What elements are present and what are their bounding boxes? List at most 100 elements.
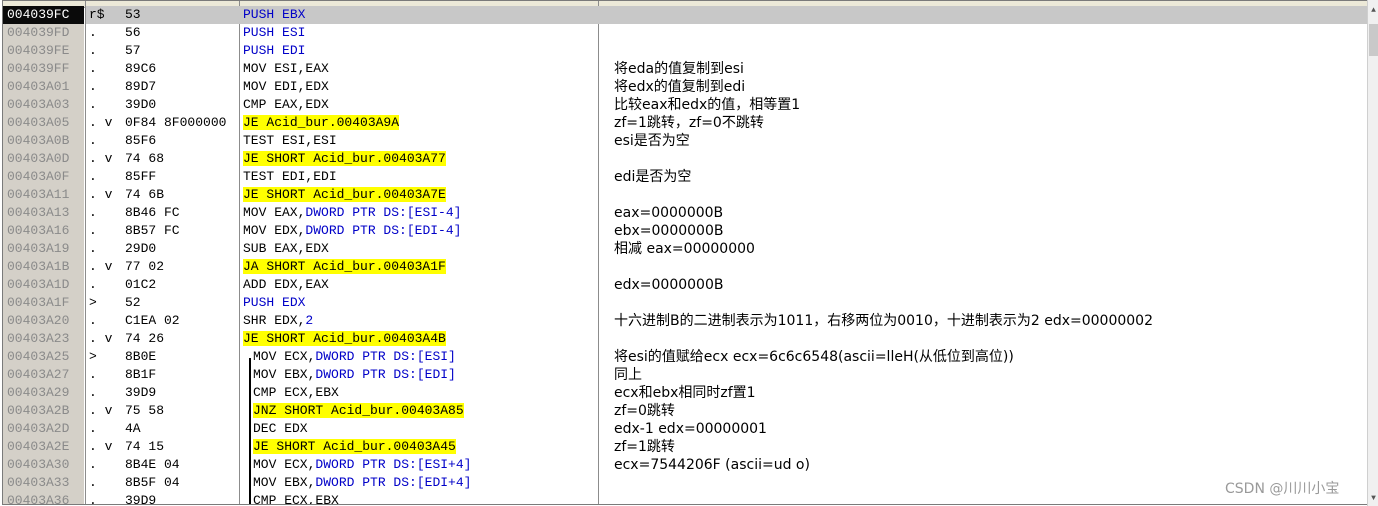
instruction-row[interactable]: 00403A03. 39D0 CMP EAX,EDX 比较eax和edx的值，相等置1 bbox=[3, 96, 1367, 114]
instruction-text: DWORD PTR DS:[ESI-4] bbox=[305, 205, 462, 220]
instruction-row[interactable]: 00403A2D. 4A DEC EDX edx-1 edx=00000001 bbox=[3, 420, 1367, 438]
jump-mnemonic: JE bbox=[253, 439, 269, 454]
address-cell: 00403A03 bbox=[3, 96, 84, 114]
instruction-row[interactable]: 00403A0D . v 74 68 JE SHORT Acid_bur.00403A… bbox=[3, 150, 1367, 168]
flow-marker: . bbox=[89, 475, 97, 490]
comment-cell: zf=1跳转 bbox=[614, 439, 675, 455]
instruction-text: ESI bbox=[274, 25, 306, 40]
disassembly-cell: PUSH EDI bbox=[243, 42, 305, 60]
comment-cell: edx-1 edx=00000001 bbox=[614, 421, 767, 437]
instruction-row[interactable]: 00403A30. 8B4E 04 MOV ECX,DWORD PTR DS:[ES… bbox=[3, 456, 1367, 474]
jump-mnemonic: JNZ bbox=[253, 403, 277, 418]
instruction-row[interactable]: 004039FF. 89C6 MOV ESI,EAX 将eda的值复制到esi bbox=[3, 60, 1367, 78]
instruction-row[interactable]: 00403A2E . v 74 15 JE SHORT Acid_bur.00403A… bbox=[3, 438, 1367, 456]
address-cell: 00403A01 bbox=[3, 78, 84, 96]
flow-marker: . bbox=[89, 61, 97, 76]
instruction-text: CMP ECX,EBX bbox=[253, 493, 339, 505]
address-cell: 00403A36 bbox=[3, 492, 84, 504]
comment-cell: 相减 eax=00000000 bbox=[614, 241, 755, 257]
instruction-row[interactable]: 00403A2B . v 75 58 JNZ SHORT Acid_bur.00403… bbox=[3, 402, 1367, 420]
hex-dump-cell: 74 6B bbox=[125, 187, 165, 202]
flow-marker: . bbox=[89, 241, 97, 256]
address-cell: 00403A19 bbox=[3, 240, 84, 258]
disassembly-pane[interactable]: 004039FC r$ 53 PUSH EBX 004039FD. 56 PUSH ESI 0… bbox=[2, 0, 1368, 505]
flow-marker: . bbox=[89, 133, 97, 148]
hex-dump-cell: 85F6 bbox=[125, 133, 157, 148]
address-cell: 00403A23 bbox=[3, 330, 84, 348]
comment-cell: ebx=0000000B bbox=[614, 223, 724, 239]
instruction-row[interactable]: 00403A33. 8B5F 04 MOV EBX,DWORD PTR DS:[ED… bbox=[3, 474, 1367, 492]
comment-cell: 同上 bbox=[614, 367, 642, 383]
address-cell: 00403A20 bbox=[3, 312, 84, 330]
instruction-text: PUSH bbox=[243, 295, 275, 310]
instruction-row[interactable]: 00403A05 . v 0F84 8F000000 JE Acid_bur.0040… bbox=[3, 114, 1367, 132]
instruction-row[interactable]: 00403A16. 8B57 FC MOV EDX,DWORD PTR DS:[ED… bbox=[3, 222, 1367, 240]
address-cell: 00403A29 bbox=[3, 384, 84, 402]
instruction-row[interactable]: 00403A0B. 85F6 TEST ESI,ESI esi是否为空 bbox=[3, 132, 1367, 150]
flow-marker: r$ bbox=[89, 7, 105, 22]
watermark: CSDN @川川小宝 bbox=[1225, 481, 1340, 497]
address-cell: 00403A0F bbox=[3, 168, 84, 186]
hex-dump-cell: 8B0E bbox=[125, 349, 157, 364]
instruction-row[interactable]: 004039FE. 57 PUSH EDI bbox=[3, 42, 1367, 60]
comment-cell: 比较eax和edx的值，相等置1 bbox=[614, 97, 801, 113]
disassembly-cell: CMP ECX,EBX bbox=[253, 492, 339, 505]
instruction-row[interactable]: 00403A1F >52 PUSH EDX bbox=[3, 294, 1367, 312]
scroll-down-arrow-icon[interactable]: ▼ bbox=[1368, 492, 1378, 506]
instruction-row[interactable]: 004039FD. 56 PUSH ESI bbox=[3, 24, 1367, 42]
flow-marker: . bbox=[89, 277, 97, 292]
instruction-text: DWORD PTR DS:[EDI] bbox=[315, 367, 456, 382]
instruction-row[interactable]: 004039FC r$ 53 PUSH EBX bbox=[3, 6, 1367, 24]
instruction-text: CMP ECX,EBX bbox=[253, 385, 339, 400]
flow-marker: . bbox=[89, 223, 97, 238]
hex-dump-cell: 77 02 bbox=[125, 259, 165, 274]
flow-marker: . v bbox=[89, 259, 113, 274]
hex-dump-cell: 89D7 bbox=[125, 79, 157, 94]
vertical-scrollbar[interactable]: ▲ ▼ bbox=[1367, 0, 1378, 506]
instruction-row[interactable]: 00403A11 . v 74 6B JE SHORT Acid_bur.00403A… bbox=[3, 186, 1367, 204]
flow-marker: . bbox=[89, 43, 97, 58]
instruction-row[interactable]: 00403A1B . v 77 02 JA SHORT Acid_bur.00403A… bbox=[3, 258, 1367, 276]
flow-marker: . bbox=[89, 79, 97, 94]
address-cell: 00403A05 bbox=[3, 114, 84, 132]
instruction-row[interactable]: 00403A25 >8B0E MOV ECX,DWORD PTR DS:[ESI] 将… bbox=[3, 348, 1367, 366]
instruction-text: TEST EDI,EDI bbox=[243, 169, 337, 184]
instruction-row[interactable]: 00403A19. 29D0 SUB EAX,EDX 相减 eax=00000000 bbox=[3, 240, 1367, 258]
instruction-text: DEC EDX bbox=[253, 421, 308, 436]
instruction-row[interactable]: 00403A13. 8B46 FC MOV EAX,DWORD PTR DS:[ES… bbox=[3, 204, 1367, 222]
instruction-text: PUSH bbox=[243, 7, 275, 22]
disassembly-cell: DEC EDX bbox=[253, 420, 308, 438]
scroll-up-arrow-icon[interactable]: ▲ bbox=[1368, 0, 1378, 22]
disassembly-cell: SHR EDX,2 bbox=[243, 312, 313, 330]
instruction-text: MOV ECX, bbox=[253, 349, 316, 364]
address-cell: 00403A16 bbox=[3, 222, 84, 240]
disassembly-cell: PUSH ESI bbox=[243, 24, 305, 42]
instruction-row[interactable]: 00403A36. 39D9 CMP ECX,EBX bbox=[3, 492, 1367, 505]
instruction-text: SHORT Acid_bur.00403A7E bbox=[258, 187, 446, 202]
instruction-text: PUSH bbox=[243, 43, 275, 58]
flow-marker: . bbox=[89, 421, 97, 436]
disassembly-cell: MOV EDI,EDX bbox=[243, 78, 329, 96]
address-cell: 00403A13 bbox=[3, 204, 84, 222]
flow-marker: . v bbox=[89, 403, 113, 418]
instruction-text: MOV EBX, bbox=[253, 475, 316, 490]
hex-dump-cell: 56 bbox=[125, 25, 141, 40]
instruction-row[interactable]: 00403A27. 8B1F MOV EBX,DWORD PTR DS:[EDI] 同… bbox=[3, 366, 1367, 384]
hex-dump-cell: 39D9 bbox=[125, 385, 157, 400]
hex-dump-cell: 75 58 bbox=[125, 403, 165, 418]
instruction-row[interactable]: 00403A20. C1EA 02 SHR EDX,2 十六进制B的二进制表示为101… bbox=[3, 312, 1367, 330]
disassembly-cell: JE SHORT Acid_bur.00403A7E bbox=[243, 186, 446, 204]
instruction-text: SHORT Acid_bur.00403A4B bbox=[258, 331, 446, 346]
flow-marker: . bbox=[89, 169, 97, 184]
instruction-row[interactable]: 00403A29. 39D9 CMP ECX,EBX ecx和ebx相同时zf置1 bbox=[3, 384, 1367, 402]
address-cell: 00403A11 bbox=[3, 186, 84, 204]
flow-marker: . bbox=[89, 313, 97, 328]
instruction-row[interactable]: 00403A23 . v 74 26 JE SHORT Acid_bur.00403A… bbox=[3, 330, 1367, 348]
instruction-row[interactable]: 00403A01. 89D7 MOV EDI,EDX 将edx的值复制到edi bbox=[3, 78, 1367, 96]
hex-dump-cell: 29D0 bbox=[125, 241, 157, 256]
flow-marker: . v bbox=[89, 115, 113, 130]
instruction-text: MOV EDI,EDX bbox=[243, 79, 329, 94]
scroll-thumb[interactable] bbox=[1369, 24, 1378, 56]
instruction-row[interactable]: 00403A0F. 85FF TEST EDI,EDI edi是否为空 bbox=[3, 168, 1367, 186]
instruction-row[interactable]: 00403A1D. 01C2 ADD EDX,EAX edx=0000000B bbox=[3, 276, 1367, 294]
